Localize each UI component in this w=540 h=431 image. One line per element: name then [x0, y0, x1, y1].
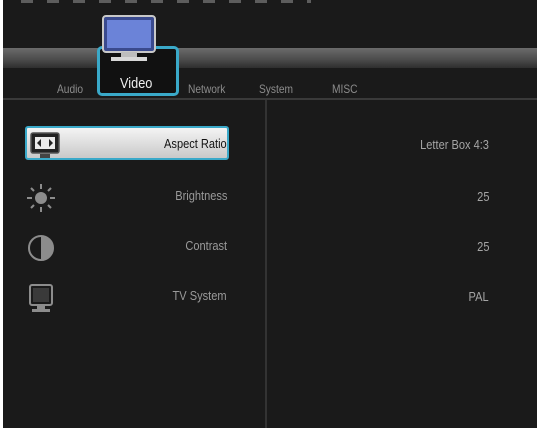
tab-video-label: Video [120, 75, 153, 92]
settings-list: Aspect Ratio Brightness Contrast TV Syst… [3, 100, 267, 428]
setting-brightness[interactable]: Brightness [3, 178, 265, 216]
value-contrast: 25 [476, 239, 489, 254]
setting-label: Brightness [174, 188, 227, 203]
settings-screen: Audio Video Network System MISC Aspect R… [3, 0, 537, 428]
top-decoration [21, 0, 311, 3]
tab-system[interactable]: System [259, 82, 293, 96]
tab-misc[interactable]: MISC [332, 82, 358, 96]
tab-bar [3, 48, 537, 68]
setting-tv-system[interactable]: TV System [3, 278, 265, 316]
setting-label: Aspect Ratio [164, 136, 227, 151]
tab-audio[interactable]: Audio [57, 82, 83, 96]
setting-contrast[interactable]: Contrast [3, 228, 265, 266]
value-tv-system: PAL [468, 289, 489, 304]
video-tv-icon [102, 15, 156, 61]
contrast-icon [28, 235, 54, 261]
aspect-ratio-icon [30, 132, 60, 158]
value-brightness: 25 [476, 189, 489, 204]
setting-label: Contrast [185, 238, 227, 253]
setting-aspect-ratio[interactable]: Aspect Ratio [25, 126, 229, 160]
sun-icon [27, 184, 55, 212]
setting-label: TV System [172, 288, 227, 303]
value-aspect-ratio: Letter Box 4:3 [420, 137, 489, 152]
monitor-icon [29, 284, 53, 312]
tab-network[interactable]: Network [188, 82, 225, 96]
